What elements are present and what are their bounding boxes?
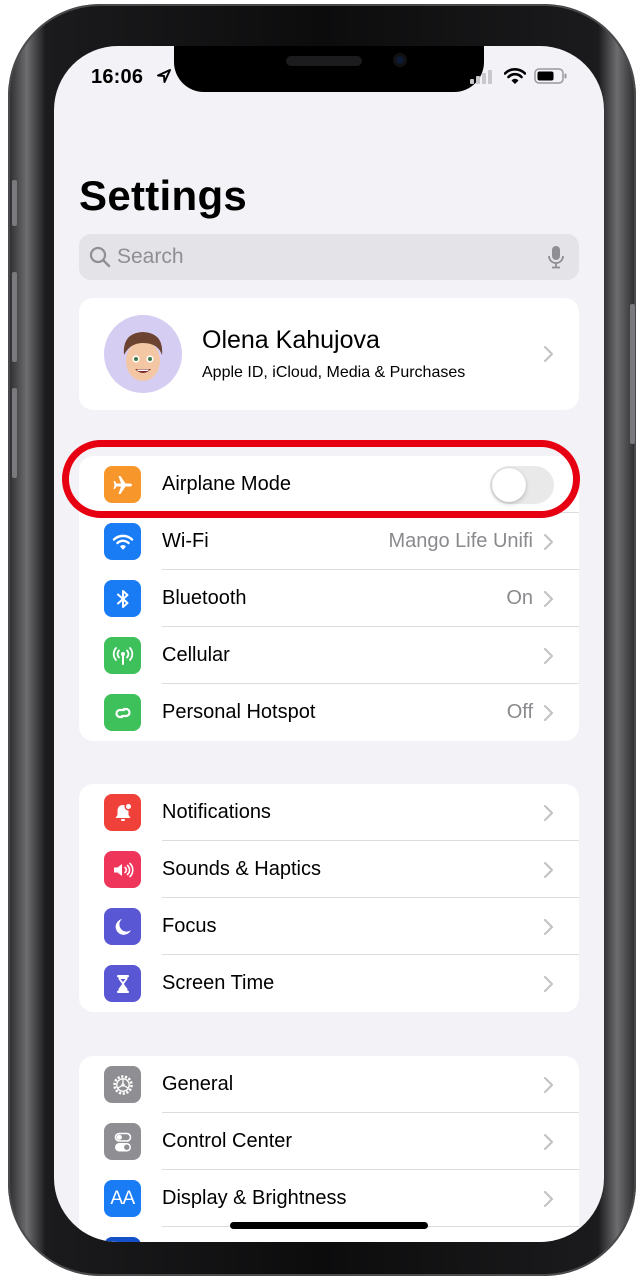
row-label: Control Center bbox=[162, 1130, 293, 1152]
settings-row-sounds-haptics[interactable]: Sounds & Haptics bbox=[79, 841, 579, 898]
search-input[interactable] bbox=[117, 234, 547, 280]
airplane-mode-toggle[interactable] bbox=[490, 465, 554, 504]
chevron-right-icon bbox=[543, 918, 554, 935]
apple-id-profile-row[interactable]: Olena Kahujova Apple ID, iCloud, Media &… bbox=[79, 298, 579, 410]
settings-row-airplane-mode[interactable]: Airplane Mode bbox=[79, 456, 579, 513]
settings-row-bluetooth[interactable]: Bluetooth On bbox=[79, 570, 579, 627]
switches-icon bbox=[104, 1123, 141, 1160]
ring-silent-switch bbox=[12, 180, 17, 226]
battery-icon bbox=[534, 68, 567, 84]
chevron-right-icon bbox=[543, 1190, 554, 1207]
chevron-right-icon bbox=[543, 533, 554, 550]
row-label: Airplane Mode bbox=[162, 473, 291, 495]
text-size-icon: AA bbox=[104, 1180, 141, 1217]
text-size-glyph: AA bbox=[110, 1187, 135, 1209]
settings-row-screen-time[interactable]: Screen Time bbox=[79, 955, 579, 1012]
antenna-icon bbox=[104, 637, 141, 674]
memoji-avatar bbox=[104, 315, 182, 393]
location-arrow-icon bbox=[157, 69, 171, 83]
settings-row-notifications[interactable]: Notifications bbox=[79, 784, 579, 841]
airplane-icon bbox=[104, 466, 141, 503]
row-value: Mango Life Unifi bbox=[388, 530, 533, 552]
row-label: Screen Time bbox=[162, 972, 275, 994]
bell-icon bbox=[104, 794, 141, 831]
chevron-right-icon bbox=[543, 1133, 554, 1150]
settings-row-cellular[interactable]: Cellular bbox=[79, 627, 579, 684]
settings-row-partial[interactable] bbox=[79, 1227, 579, 1242]
settings-row-focus[interactable]: Focus bbox=[79, 898, 579, 955]
phone-frame: 16:06 Settings Search Olena Kahujova App… bbox=[8, 4, 636, 1276]
search-icon bbox=[89, 246, 111, 268]
moon-icon bbox=[104, 908, 141, 945]
search-field[interactable] bbox=[79, 234, 579, 280]
bluetooth-icon bbox=[104, 580, 141, 617]
row-label: Personal Hotspot bbox=[162, 701, 316, 723]
screen: 16:06 Settings Search Olena Kahujova App… bbox=[54, 46, 604, 1242]
volume-up-button bbox=[12, 272, 17, 362]
chevron-right-icon bbox=[543, 861, 554, 878]
settings-row-display-brightness[interactable]: AA Display & Brightness bbox=[79, 1170, 579, 1227]
gear-icon bbox=[104, 1066, 141, 1103]
settings-row-personal-hotspot[interactable]: Personal Hotspot Off bbox=[79, 684, 579, 741]
row-label: Wi-Fi bbox=[162, 530, 209, 552]
chevron-right-icon bbox=[543, 1076, 554, 1093]
row-label: Display & Brightness bbox=[162, 1187, 347, 1209]
hourglass-icon bbox=[104, 965, 141, 1002]
profile-name: Olena Kahujova bbox=[202, 326, 380, 354]
home-indicator[interactable] bbox=[230, 1222, 428, 1229]
cellular-signal-icon bbox=[470, 70, 492, 84]
wifi-icon bbox=[504, 68, 526, 84]
settings-row-general[interactable]: General bbox=[79, 1056, 579, 1113]
chevron-right-icon bbox=[543, 345, 554, 363]
row-label: Focus bbox=[162, 915, 217, 937]
chevron-right-icon bbox=[543, 590, 554, 607]
general-group: General Control Center AA Display & Brig… bbox=[79, 1056, 579, 1242]
row-value: Off bbox=[506, 701, 533, 723]
microphone-icon[interactable] bbox=[547, 245, 565, 269]
toggle-knob bbox=[492, 467, 526, 502]
notch bbox=[174, 46, 484, 92]
row-label: Sounds & Haptics bbox=[162, 858, 321, 880]
profile-subtitle: Apple ID, iCloud, Media & Purchases bbox=[202, 364, 466, 381]
settings-row-control-center[interactable]: Control Center bbox=[79, 1113, 579, 1170]
row-label: Notifications bbox=[162, 801, 271, 823]
speaker-icon bbox=[104, 851, 141, 888]
connectivity-group: Airplane Mode Wi-Fi Mango Life Unifi Blu… bbox=[79, 456, 579, 741]
hotspot-link-icon bbox=[104, 694, 141, 731]
chevron-right-icon bbox=[543, 804, 554, 821]
settings-row-wifi[interactable]: Wi-Fi Mango Life Unifi bbox=[79, 513, 579, 570]
row-label: General bbox=[162, 1073, 234, 1095]
notifications-group: Notifications Sounds & Haptics Focus Scr… bbox=[79, 784, 579, 1012]
wifi-icon bbox=[104, 523, 141, 560]
row-label: Cellular bbox=[162, 644, 230, 666]
status-time: 16:06 bbox=[91, 66, 144, 88]
earpiece bbox=[286, 56, 362, 66]
chevron-right-icon bbox=[543, 647, 554, 664]
row-label: Bluetooth bbox=[162, 587, 247, 609]
chevron-right-icon bbox=[543, 704, 554, 721]
partial-row-icon bbox=[104, 1237, 141, 1242]
volume-down-button bbox=[12, 388, 17, 478]
row-value: On bbox=[506, 587, 533, 609]
side-button bbox=[630, 304, 635, 444]
chevron-right-icon bbox=[543, 975, 554, 992]
front-camera bbox=[393, 53, 407, 67]
page-title: Settings bbox=[79, 172, 248, 219]
